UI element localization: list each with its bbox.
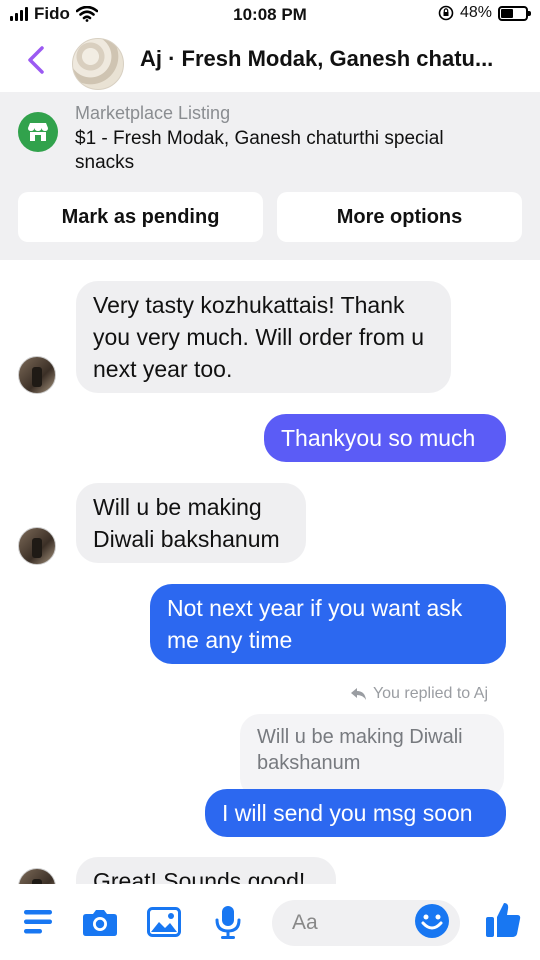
message-composer: Aa [0,884,540,960]
reply-icon [350,688,366,700]
menu-icon[interactable] [20,904,56,940]
sender-avatar[interactable] [18,356,56,394]
marketplace-shop-icon [18,112,58,152]
thumbs-up-icon[interactable] [483,900,523,940]
contact-avatar[interactable] [72,38,124,90]
rotation-lock-icon [438,5,454,21]
message-outgoing[interactable]: I will send you msg soon [205,789,506,837]
listing-label: Marketplace Listing [75,103,231,123]
microphone-icon[interactable] [210,904,246,940]
status-bar: Fido 10:08 PM 48% [0,0,540,32]
quoted-message[interactable]: Will u be making Diwali bakshanum [240,714,504,798]
message-outgoing[interactable]: Thankyou so much [264,414,506,462]
camera-icon[interactable] [82,904,118,940]
status-right: 48% [438,4,531,22]
message-input-placeholder: Aa [292,911,318,934]
marketplace-listing-banner: Marketplace Listing $1 - Fresh Modak, Ga… [0,92,540,260]
gallery-icon[interactable] [146,904,182,940]
message-incoming[interactable]: Will u be making Diwali bakshanum [76,483,306,563]
sender-avatar[interactable] [18,527,56,565]
conversation-header: Aj · Fresh Modak, Ganesh chatu... [0,32,540,92]
battery-label: 48% [459,4,492,21]
reply-note-text: You replied to Aj [372,685,488,702]
reply-indicator: You replied to Aj [350,685,488,703]
listing-title[interactable]: $1 - Fresh Modak, Ganesh chaturthi speci… [75,127,475,175]
message-incoming[interactable]: Very tasty kozhukattais! Thank you very … [76,281,451,393]
back-icon[interactable] [22,42,52,78]
emoji-icon[interactable] [414,903,450,939]
message-outgoing[interactable]: Not next year if you want ask me any tim… [150,584,506,664]
conversation-title[interactable]: Aj · Fresh Modak, Ganesh chatu... [140,46,532,72]
mark-as-pending-button[interactable]: Mark as pending [18,192,263,242]
more-options-button[interactable]: More options [277,192,522,242]
battery-icon [498,5,531,21]
